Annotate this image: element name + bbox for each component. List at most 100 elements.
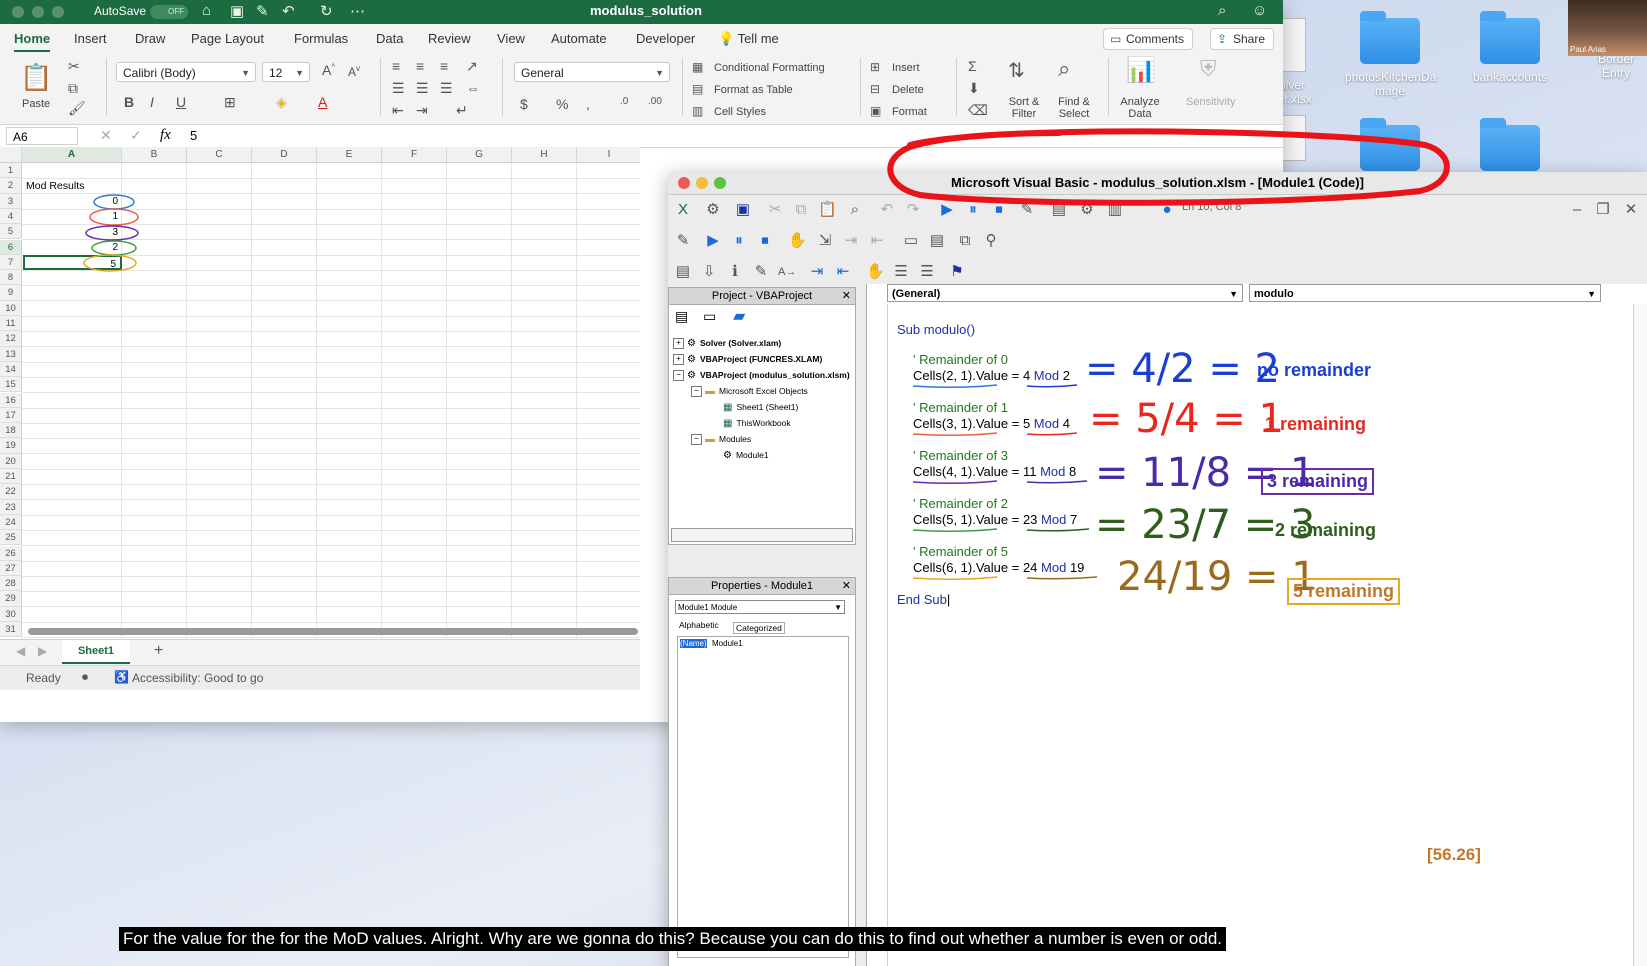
comments-button[interactable]: ▭ Comments: [1103, 28, 1194, 50]
indent-icon[interactable]: ⇥: [808, 263, 826, 281]
grow-font-icon[interactable]: A^: [322, 62, 335, 78]
column-header-G[interactable]: G: [447, 147, 512, 163]
close-button[interactable]: [678, 177, 690, 189]
row-header-15[interactable]: 15: [0, 377, 22, 393]
minimize-button[interactable]: [32, 6, 44, 18]
outdent-icon[interactable]: ⇥: [416, 102, 428, 119]
sensitivity-icon[interactable]: ⛨: [1200, 56, 1217, 82]
comma-icon[interactable]: ,: [586, 96, 590, 112]
row-header-16[interactable]: 16: [0, 392, 22, 408]
macro-record-icon[interactable]: ⏺: [82, 670, 88, 685]
edit-icon[interactable]: ✎: [256, 2, 269, 20]
row-header-11[interactable]: 11: [0, 316, 22, 332]
desktop-folder-bankaccounts[interactable]: bankaccounts: [1465, 11, 1555, 84]
tab-alphabetic[interactable]: Alphabetic: [679, 620, 719, 630]
font-color-icon[interactable]: A: [318, 94, 327, 110]
number-format-select[interactable]: General ▼: [514, 62, 670, 82]
row-header-9[interactable]: 9: [0, 285, 22, 301]
design-icon[interactable]: ✎: [674, 232, 692, 250]
fill-icon[interactable]: ⬇: [968, 80, 980, 97]
feedback-icon[interactable]: ☺: [1252, 2, 1267, 19]
decrease-decimal-icon[interactable]: .00: [648, 96, 662, 107]
tab-developer[interactable]: Developer: [636, 31, 695, 46]
row-header-13[interactable]: 13: [0, 346, 22, 362]
row-header-17[interactable]: 17: [0, 407, 22, 424]
row-header-10[interactable]: 10: [0, 300, 22, 316]
tab-view[interactable]: View: [497, 31, 525, 46]
wrap-icon[interactable]: ↵: [456, 102, 468, 119]
cell-styles-icon[interactable]: ▥: [692, 104, 703, 118]
format-as-table-button[interactable]: Format as Table: [714, 84, 793, 96]
insert-cells-icon[interactable]: ⊞: [870, 60, 880, 74]
row-header-20[interactable]: 20: [0, 453, 22, 469]
horizontal-scrollbar[interactable]: [671, 528, 853, 542]
merge-icon[interactable]: ⇔: [466, 80, 480, 96]
next-sheet-icon[interactable]: ▶: [38, 644, 47, 658]
conditional-formatting-button[interactable]: Conditional Formatting: [714, 62, 825, 74]
cell-styles-button[interactable]: Cell Styles: [714, 106, 766, 118]
search-icon[interactable]: ⌕: [1218, 2, 1226, 19]
tree-item[interactable]: ⚙ Module1: [723, 450, 769, 461]
row-header-24[interactable]: 24: [0, 514, 22, 531]
run-icon[interactable]: ▶: [704, 232, 722, 250]
insert-button[interactable]: Insert: [892, 62, 920, 74]
view-object-icon[interactable]: ▭: [703, 308, 716, 325]
close-button[interactable]: [12, 6, 24, 18]
bold-icon[interactable]: B: [124, 94, 134, 110]
format-cells-icon[interactable]: ▣: [870, 104, 881, 118]
percent-icon[interactable]: %: [556, 96, 568, 112]
step-into-icon[interactable]: ⇲: [816, 232, 834, 250]
code-window[interactable]: (General) ▼ modulo ▼ Sub modulo() ' Remain…: [866, 284, 1647, 966]
row-header-22[interactable]: 22: [0, 484, 22, 500]
find-select-button[interactable]: Find & Select: [1052, 96, 1096, 120]
reset-icon[interactable]: ⏹: [756, 232, 774, 250]
paste-label[interactable]: Paste: [22, 98, 50, 110]
toggle-breakpoint-icon[interactable]: ✋: [788, 232, 807, 250]
toggle-breakpoint-icon[interactable]: ✋: [866, 263, 885, 281]
list-constants-icon[interactable]: ⇩: [700, 263, 718, 281]
tree-item[interactable]: − ▬ Microsoft Excel Objects: [691, 386, 808, 398]
tree-item[interactable]: + ⚙ Solver (Solver.xlam): [673, 338, 781, 350]
column-header-E[interactable]: E: [317, 147, 382, 163]
name-box[interactable]: A6: [6, 127, 78, 145]
delete-button[interactable]: Delete: [892, 84, 924, 96]
column-header-I[interactable]: I: [577, 147, 640, 163]
insert-module-icon[interactable]: ⚙: [704, 201, 722, 219]
paste-icon[interactable]: 📋: [818, 201, 837, 219]
format-painter-icon[interactable]: 🖌: [68, 100, 86, 117]
add-sheet-button[interactable]: +: [154, 642, 163, 660]
row-header-23[interactable]: 23: [0, 499, 22, 515]
cut-icon[interactable]: ✂: [68, 58, 80, 75]
accessibility-status[interactable]: Accessibility: Good to go: [132, 671, 263, 685]
watch-window-icon[interactable]: ⧉: [956, 232, 974, 250]
formula-input[interactable]: 5: [190, 128, 197, 143]
zoom-button[interactable]: [52, 6, 64, 18]
row-header-14[interactable]: 14: [0, 361, 22, 378]
row-header-27[interactable]: 27: [0, 560, 22, 577]
autosum-icon[interactable]: Σ: [968, 58, 977, 74]
copy-icon[interactable]: ⧉: [68, 80, 78, 97]
tab-draw[interactable]: Draw: [135, 31, 165, 46]
minimize-button[interactable]: [696, 177, 708, 189]
window-close-icon[interactable]: ✕: [1622, 201, 1640, 219]
tab-data[interactable]: Data: [376, 31, 403, 46]
vertical-scrollbar[interactable]: [1633, 304, 1647, 966]
function-icon[interactable]: fx: [160, 127, 171, 144]
row-header-26[interactable]: 26: [0, 545, 22, 561]
save-icon[interactable]: ▣: [230, 2, 244, 20]
row-header-28[interactable]: 28: [0, 576, 22, 592]
redo-icon[interactable]: ↻: [320, 2, 333, 20]
row-header-25[interactable]: 25: [0, 530, 22, 546]
tab-home[interactable]: Home: [14, 31, 51, 52]
paste-icon[interactable]: 📋: [20, 62, 52, 93]
share-button[interactable]: ⇪ Share: [1210, 28, 1275, 50]
accessibility-icon[interactable]: ♿: [114, 670, 129, 684]
outdent-icon[interactable]: ⇤: [834, 263, 852, 281]
indent-icon[interactable]: ⇤: [392, 102, 404, 119]
sensitivity-button[interactable]: Sensitivity: [1186, 96, 1236, 108]
align-bottom-icon[interactable]: ≡: [440, 58, 448, 74]
more-icon[interactable]: ⋯: [350, 2, 365, 20]
sort-filter-button[interactable]: Sort & Filter: [1004, 96, 1044, 120]
parameter-info-icon[interactable]: ✎: [752, 263, 770, 281]
row-header-21[interactable]: 21: [0, 469, 22, 485]
